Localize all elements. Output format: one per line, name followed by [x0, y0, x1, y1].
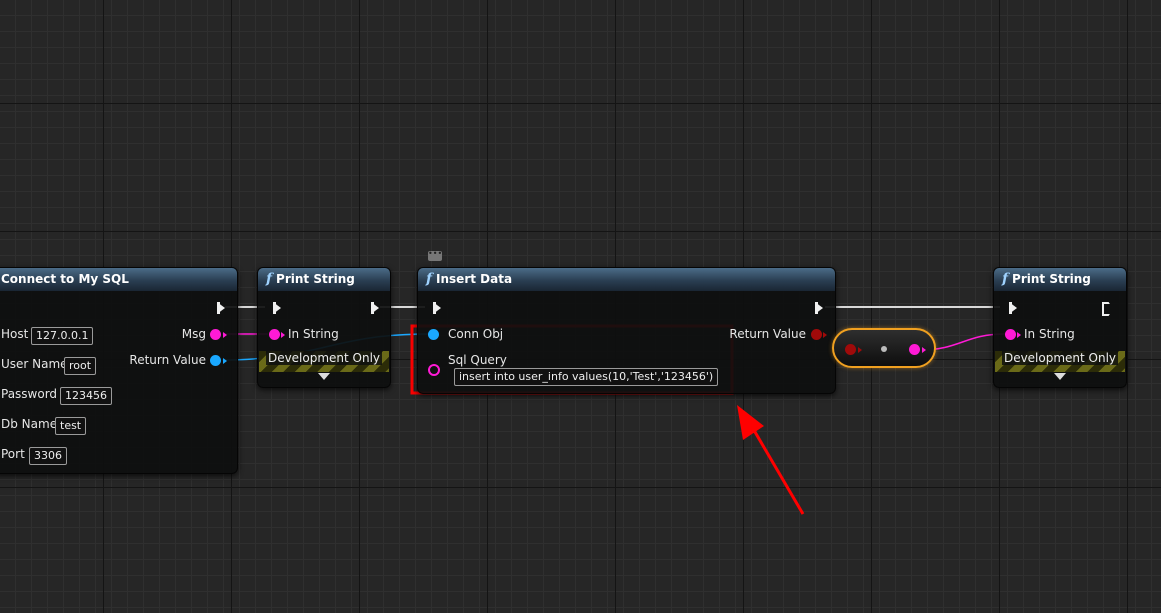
- port-field[interactable]: 3306: [29, 447, 67, 465]
- exec-out-pin[interactable]: [371, 302, 379, 314]
- byte-to-string-conversion-node[interactable]: [832, 328, 936, 368]
- pin-label-password: Password: [1, 387, 58, 401]
- node-title: Insert Data: [436, 272, 513, 286]
- pin-label-return-value: Return Value: [729, 327, 806, 341]
- exec-out-unconnected-pin-icon[interactable]: [1102, 302, 1113, 316]
- function-f-icon: f: [1002, 271, 1009, 287]
- annotation-arrow-shaft: [746, 419, 805, 515]
- return-value-output-pin[interactable]: [210, 355, 221, 366]
- return-value-output-pin[interactable]: [811, 329, 822, 340]
- return-pin-arrow-icon: [223, 358, 227, 364]
- node-header[interactable]: f Print String: [258, 268, 390, 291]
- exec-out-pin[interactable]: [217, 302, 225, 314]
- comment-bubble-icon[interactable]: •••: [428, 250, 442, 261]
- sql-query-field[interactable]: insert into user_info values(10,'Test','…: [454, 368, 719, 386]
- function-f-icon: f: [426, 271, 433, 287]
- conversion-input-pin[interactable]: [845, 344, 856, 355]
- msg-output-pin[interactable]: [210, 329, 221, 340]
- development-only-banner: Development Only: [259, 351, 389, 372]
- exec-in-pin[interactable]: [273, 302, 281, 314]
- db-name-field[interactable]: test: [55, 417, 87, 435]
- pin-label-port: Port: [1, 447, 25, 461]
- pin-label-db-name: Db Name: [1, 417, 58, 431]
- in-string-input-pin[interactable]: [1005, 329, 1016, 340]
- annotation-arrow-head: [737, 405, 764, 440]
- conversion-output-arrow-icon: [922, 347, 926, 353]
- development-only-banner: Development Only: [995, 351, 1125, 372]
- pin-label-in-string: In String: [288, 327, 339, 341]
- pin-label-return-value: Return Value: [129, 353, 206, 367]
- node-print-string-2[interactable]: f Print String In String Development Only: [993, 267, 1127, 388]
- pin-label-in-string: In String: [1024, 327, 1075, 341]
- msg-pin-arrow-icon: [223, 332, 227, 338]
- expand-chevron-down-icon[interactable]: [318, 373, 330, 380]
- node-header[interactable]: f Insert Data: [418, 268, 835, 291]
- conn-obj-input-pin[interactable]: [428, 329, 439, 340]
- node-print-string-1[interactable]: f Print String In String Development Only: [257, 267, 391, 388]
- function-f-icon: f: [266, 271, 273, 287]
- in-string-pin-arrow-icon: [281, 332, 285, 338]
- pin-label-sql-query: Sql Query: [448, 353, 507, 367]
- node-header[interactable]: f Print String: [994, 268, 1126, 291]
- pin-label-msg: Msg: [181, 327, 206, 341]
- pin-label-user-name: User Name: [1, 357, 68, 371]
- development-only-label: Development Only: [265, 351, 383, 365]
- node-title: Connect to My SQL: [1, 272, 129, 286]
- exec-in-pin[interactable]: [433, 302, 441, 314]
- password-field[interactable]: 123456: [60, 387, 112, 405]
- node-title: Print String: [1012, 272, 1091, 286]
- in-string-pin-arrow-icon: [1017, 332, 1021, 338]
- node-header[interactable]: Connect to My SQL: [0, 268, 237, 291]
- host-field[interactable]: 127.0.0.1: [31, 327, 94, 345]
- sql-query-input-pin[interactable]: [428, 364, 440, 376]
- return-pin-arrow-icon: [823, 332, 827, 338]
- development-only-label: Development Only: [1001, 351, 1119, 365]
- exec-out-pin[interactable]: [815, 302, 823, 314]
- conversion-input-arrow-icon: [858, 347, 862, 353]
- user-name-field[interactable]: root: [64, 357, 97, 375]
- exec-in-pin[interactable]: [1009, 302, 1017, 314]
- node-connect-to-mysql[interactable]: Connect to My SQL Host 127.0.0.1 User Na…: [0, 267, 238, 474]
- conversion-output-pin[interactable]: [909, 344, 920, 355]
- expand-chevron-down-icon[interactable]: [1054, 373, 1066, 380]
- node-title: Print String: [276, 272, 355, 286]
- pin-label-conn-obj: Conn Obj: [448, 327, 504, 341]
- pin-label-host: Host: [1, 327, 29, 341]
- in-string-input-pin[interactable]: [269, 329, 280, 340]
- conversion-center-dot-icon: [881, 346, 887, 352]
- node-insert-data[interactable]: f Insert Data Conn Obj Sql Query insert i…: [417, 250, 836, 394]
